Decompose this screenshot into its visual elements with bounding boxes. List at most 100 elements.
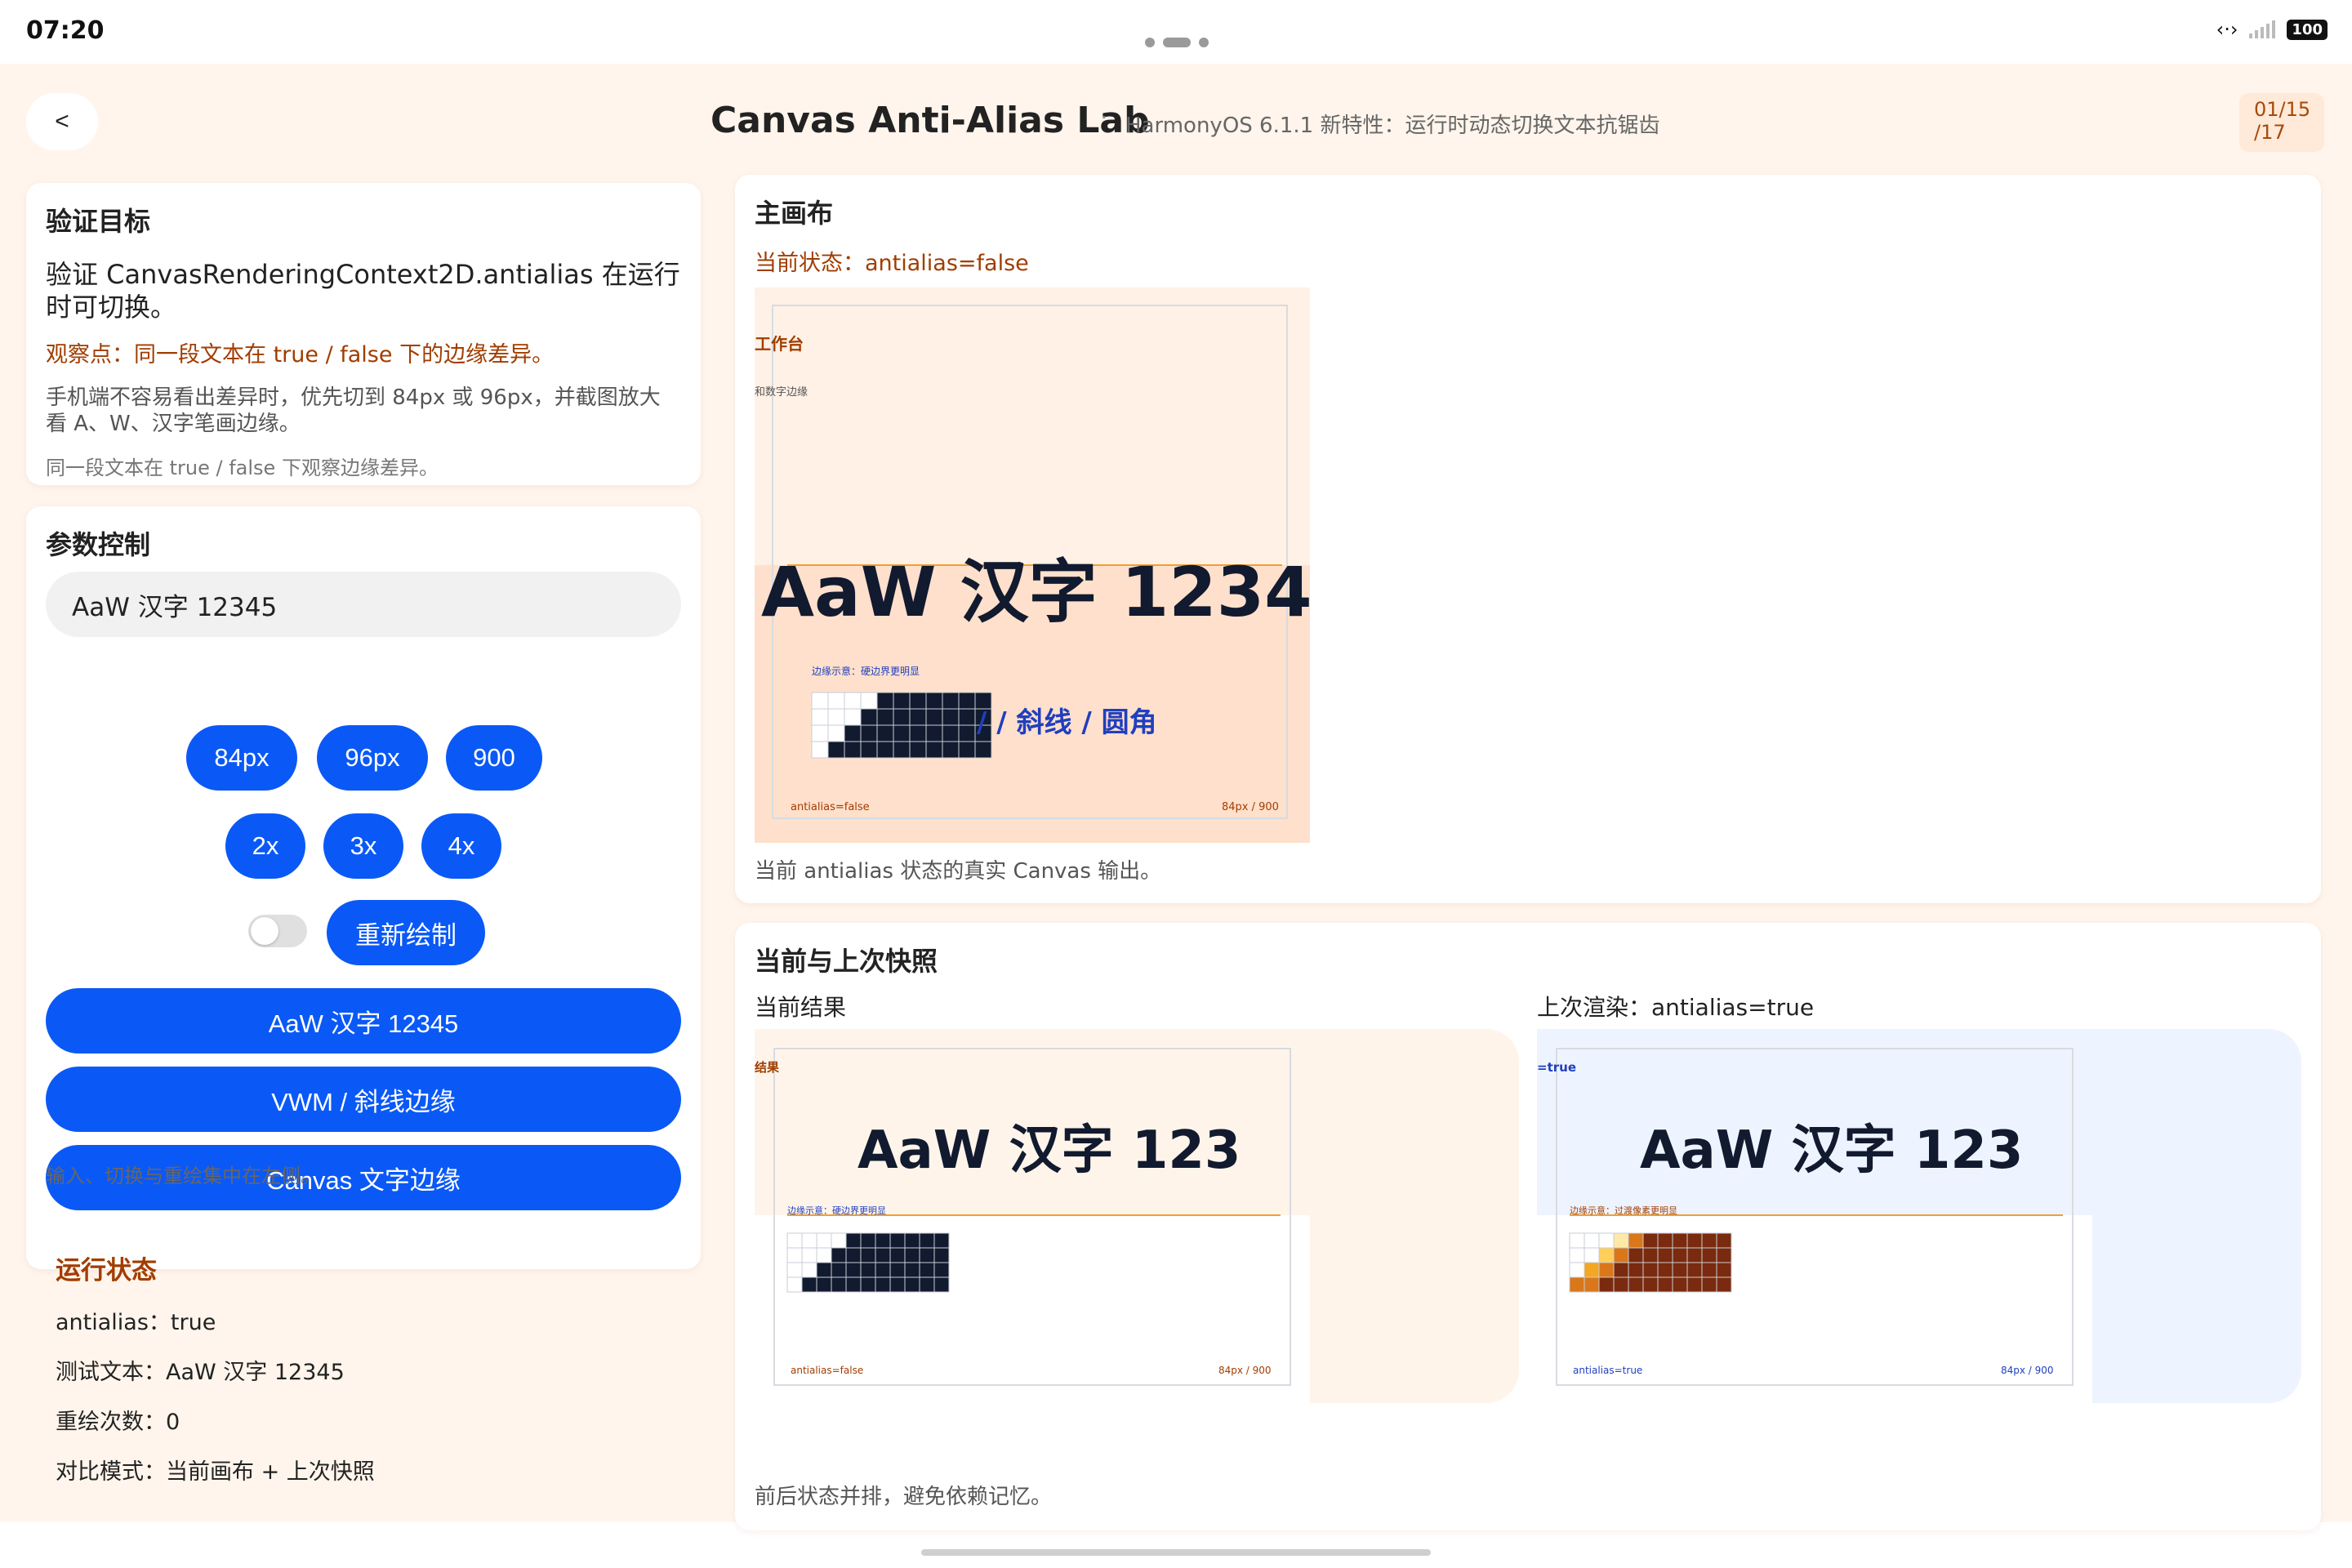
pixel-cell xyxy=(1598,1232,1615,1249)
pixel-cell xyxy=(876,741,894,759)
status-time: 07:20 xyxy=(26,16,105,45)
pixel-cell xyxy=(860,1262,876,1278)
status-redraw-count: 重绘次数：0 xyxy=(56,1410,180,1435)
pixel-cell xyxy=(876,708,894,726)
pixel-cell xyxy=(860,708,878,726)
pixel-cell xyxy=(1598,1247,1615,1263)
param-footnote: 输入、切换与重绘集中在左侧。 xyxy=(46,1165,320,1187)
status-antialias: antialias：true xyxy=(56,1310,216,1335)
hard-edge-pixel-grid xyxy=(811,692,992,759)
previous-snapshot-drawing: =true AaW 汉字 123 边缘示意：过渡像素更明显 antialias=… xyxy=(1537,1048,2092,1403)
pixel-cell xyxy=(860,741,878,759)
pixel-cell xyxy=(889,1276,906,1293)
pixel-cell xyxy=(1584,1232,1600,1249)
previous-edge-caption: 边缘示意：过渡像素更明显 xyxy=(1570,1205,1677,1216)
pixel-cell xyxy=(909,708,927,726)
back-button[interactable]: < xyxy=(26,93,98,150)
page-subtitle: HarmonyOS 6.1.1 新特性：运行时动态切换文本抗锯齿 xyxy=(1125,114,1660,138)
pixel-cell xyxy=(786,1247,803,1263)
pixel-cell xyxy=(1716,1276,1732,1293)
preset-button-aaw[interactable]: AaW 汉字 12345 xyxy=(46,988,681,1054)
pixel-cell xyxy=(786,1232,803,1249)
pixel-cell xyxy=(1716,1262,1732,1278)
goal-footnote: 同一段文本在 true / false 下观察边缘差异。 xyxy=(46,457,439,479)
scale-chip-4x[interactable]: 4x xyxy=(421,813,501,879)
pixel-cell xyxy=(1657,1276,1673,1293)
compare-card: 当前与上次快照 当前结果 上次渲染：antialias=true 结果 AaW … xyxy=(735,923,2321,1530)
current-snapshot-tag: 结果 xyxy=(755,1060,780,1075)
previous-corner-right: 84px / 900 xyxy=(2001,1365,2054,1376)
canvas-sample-text: AaW 汉字 12345 xyxy=(761,552,1310,632)
pixel-cell xyxy=(845,1232,862,1249)
page-counter-badge: 01/15 /17 xyxy=(2239,93,2324,152)
current-snapshot[interactable]: 结果 AaW 汉字 123 边缘示意：硬边界更明显 antialias=fals… xyxy=(755,1029,1519,1403)
pixel-cell xyxy=(1613,1232,1629,1249)
pixel-cell xyxy=(875,1262,891,1278)
preset-button-vwm[interactable]: VWM / 斜线边缘 xyxy=(46,1067,681,1132)
main-canvas[interactable]: 工作台 和数字边缘 AaW 汉字 12345 边缘示意：硬边界更明显 / / 斜… xyxy=(755,287,1310,843)
size-chip-84px[interactable]: 84px xyxy=(186,725,297,791)
pixel-cell xyxy=(1584,1262,1600,1278)
redraw-button[interactable]: 重新绘制 xyxy=(327,900,485,965)
current-snapshot-drawing: 结果 AaW 汉字 123 边缘示意：硬边界更明显 antialias=fals… xyxy=(755,1048,1310,1403)
pixel-cell xyxy=(942,741,960,759)
pixel-cell xyxy=(893,708,911,726)
pixel-cell xyxy=(811,692,829,710)
current-corner-right: 84px / 900 xyxy=(1218,1365,1272,1376)
pixel-cell xyxy=(958,708,976,726)
scale-chip-3x[interactable]: 3x xyxy=(323,813,403,879)
canvas-subheading: 和数字边缘 xyxy=(755,386,808,399)
antialias-toggle[interactable] xyxy=(248,915,307,947)
pixel-cell xyxy=(1642,1232,1659,1249)
pixel-cell xyxy=(1672,1247,1688,1263)
pixel-cell xyxy=(844,724,862,742)
pixel-cell xyxy=(801,1247,817,1263)
canvas-edge-caption: 边缘示意：硬边界更明显 xyxy=(812,665,920,677)
toggle-knob xyxy=(251,917,278,945)
canvas-corner-right: 84px / 900 xyxy=(1222,801,1279,813)
weight-chip-900[interactable]: 900 xyxy=(446,725,542,791)
pixel-cell xyxy=(1642,1276,1659,1293)
test-text-input[interactable] xyxy=(46,572,681,637)
previous-snapshot[interactable]: =true AaW 汉字 123 边缘示意：过渡像素更明显 antialias=… xyxy=(1537,1029,2301,1403)
pixel-cell xyxy=(893,692,911,710)
goal-title: 验证目标 xyxy=(46,206,151,237)
pixel-cell xyxy=(909,692,927,710)
pixel-cell xyxy=(860,1232,876,1249)
pixel-cell xyxy=(919,1276,935,1293)
pixel-cell xyxy=(1613,1247,1629,1263)
pixel-cell xyxy=(860,1247,876,1263)
canvas-edge-tail: / / 斜线 / 圆角 xyxy=(977,706,1157,739)
previous-render-label: 上次渲染：antialias=true xyxy=(1537,994,1815,1021)
pixel-cell xyxy=(1701,1232,1717,1249)
pixel-cell xyxy=(904,1232,920,1249)
current-edge-caption: 边缘示意：硬边界更明显 xyxy=(787,1205,886,1216)
pixel-cell xyxy=(1701,1247,1717,1263)
pixel-cell xyxy=(1598,1276,1615,1293)
current-pixel-grid xyxy=(786,1232,950,1293)
main-canvas-card: 主画布 当前状态：antialias=false 工作台 和数字边缘 AaW 汉… xyxy=(735,175,2321,903)
pixel-cell xyxy=(875,1247,891,1263)
pixel-cell xyxy=(875,1276,891,1293)
sync-arrows-icon: ‹·› xyxy=(2216,18,2238,41)
pixel-cell xyxy=(1672,1232,1688,1249)
pixel-cell xyxy=(1628,1232,1644,1249)
pixel-cell xyxy=(1657,1247,1673,1263)
scale-chip-2x[interactable]: 2x xyxy=(225,813,305,879)
pixel-cell xyxy=(1701,1262,1717,1278)
page-counter-line1: 01/15 xyxy=(2254,98,2311,121)
pixel-cell xyxy=(904,1276,920,1293)
pixel-cell xyxy=(909,724,927,742)
home-indicator[interactable] xyxy=(921,1549,1431,1556)
pixel-cell xyxy=(925,708,943,726)
status-compare-mode: 对比模式：当前画布 + 上次快照 xyxy=(56,1459,375,1485)
current-result-label: 当前结果 xyxy=(755,994,847,1021)
run-status-title: 运行状态 xyxy=(56,1256,157,1285)
multitask-pill[interactable] xyxy=(1145,38,1209,47)
pixel-cell xyxy=(811,741,829,759)
pixel-cell xyxy=(876,724,894,742)
main-canvas-drawing: 工作台 和数字边缘 AaW 汉字 12345 边缘示意：硬边界更明显 / / 斜… xyxy=(755,305,1310,843)
pixel-cell xyxy=(844,692,862,710)
size-chip-96px[interactable]: 96px xyxy=(317,725,428,791)
pixel-cell xyxy=(958,741,976,759)
